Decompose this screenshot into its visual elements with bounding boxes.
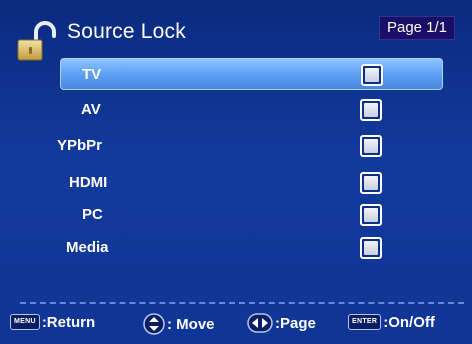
lock-checkbox-tv[interactable] (361, 64, 383, 86)
source-row-av[interactable]: AV (60, 94, 443, 126)
enter-key-badge[interactable]: ENTER (348, 314, 382, 331)
lock-checkbox-pc[interactable] (360, 204, 382, 226)
padlock-open-icon (17, 21, 56, 61)
up-down-arrows-icon[interactable] (143, 313, 165, 335)
return-hint: MENU:Return (10, 313, 95, 335)
source-lock-screen: Source Lock Page 1/1 TV AV YPbPr HDMI PC… (0, 0, 472, 344)
lock-checkbox-ypbpr[interactable] (360, 135, 382, 157)
lock-checkbox-av[interactable] (360, 99, 382, 121)
page-label: :Page (275, 314, 316, 332)
source-row-media[interactable]: Media (60, 232, 443, 264)
onoff-hint: ENTER:On/Off (348, 313, 435, 335)
menu-key-badge[interactable]: MENU (10, 314, 40, 331)
lock-checkbox-hdmi[interactable] (360, 172, 382, 194)
lock-checkbox-media[interactable] (360, 237, 382, 259)
source-label: Media (66, 239, 109, 256)
source-row-hdmi[interactable]: HDMI (60, 167, 443, 199)
move-label: : Move (167, 315, 215, 333)
return-label: :Return (41, 313, 96, 331)
page-title: Source Lock (67, 20, 186, 43)
source-label: AV (81, 101, 101, 118)
footer-divider (20, 302, 464, 304)
source-row-ypbpr[interactable]: YPbPr (57, 130, 443, 162)
left-right-arrows-icon[interactable] (247, 313, 273, 333)
source-row-tv[interactable]: TV (60, 58, 443, 90)
source-row-pc[interactable]: PC (60, 199, 443, 231)
source-label: TV (82, 66, 102, 83)
move-hint: : Move (143, 313, 215, 335)
onoff-label: :On/Off (383, 313, 435, 331)
source-label: PC (82, 206, 103, 223)
source-label: YPbPr (57, 137, 103, 154)
page-indicator: Page 1/1 (379, 16, 455, 40)
source-label: HDMI (69, 174, 108, 191)
page-hint: :Page (247, 313, 316, 335)
